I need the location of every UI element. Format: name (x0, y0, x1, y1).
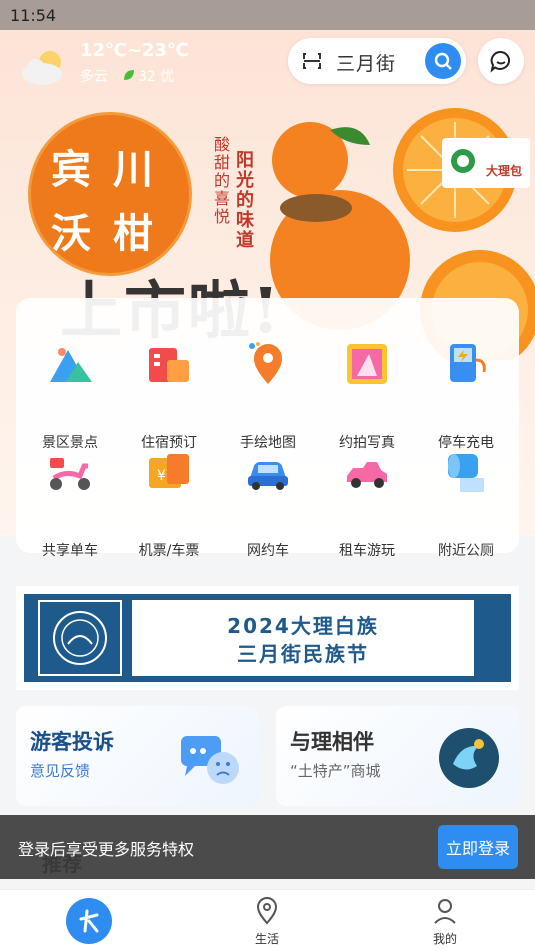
charging-icon (450, 344, 486, 382)
service-label: 网约车 (247, 543, 289, 559)
service-label: 租车游玩 (339, 543, 395, 559)
search-bar[interactable]: 三月街 (288, 38, 466, 84)
message-button[interactable] (478, 38, 524, 84)
shop-title: 与理相伴 (290, 729, 374, 754)
tab-life[interactable]: 生活 (178, 890, 356, 951)
ticket-icon: ¥ (149, 454, 189, 488)
leaf-icon (124, 70, 134, 80)
seal-char: 川 (113, 146, 153, 193)
complaint-subtitle: 意见反馈 (30, 762, 91, 780)
service-parking-charging[interactable]: 停车充电 (416, 328, 516, 451)
partner-logo: 大理包 (442, 138, 530, 188)
search-button[interactable] (425, 43, 461, 79)
weather-condition: 多云 (80, 69, 108, 85)
convertible-icon (347, 462, 387, 488)
tab-mine[interactable]: 我的 (356, 890, 534, 951)
feedback-chat-icon (181, 736, 239, 784)
svg-text:¥: ¥ (157, 468, 166, 484)
map-pin-icon (249, 342, 282, 384)
service-photo-shoot[interactable]: 约拍写真 (317, 328, 417, 451)
service-hotel-booking[interactable]: 住宿预订 (119, 328, 219, 451)
user-icon (434, 899, 456, 924)
ad-frame: 2024大理白族 三月街民族节 (24, 594, 511, 682)
tab-label: 我的 (432, 932, 457, 946)
mountain-icon (50, 348, 92, 382)
scan-icon[interactable] (302, 51, 322, 71)
brand-seal: 宾 川 沃 柑 (28, 112, 192, 276)
shop-subtitle: “土特产”商城 (290, 762, 381, 780)
logo-text: 大理包 (486, 164, 523, 178)
hotel-icon (149, 348, 189, 382)
cloud-icon (22, 51, 62, 85)
emblem-icon (451, 149, 475, 173)
local-shop-card[interactable]: 与理相伴 “土特产”商城 (276, 706, 519, 806)
status-bar: 11:54 (0, 0, 535, 30)
tab-label: 生活 (254, 932, 279, 946)
temperature: 12℃~23℃ (80, 40, 189, 61)
ad-line-2: 三月街民族节 (237, 642, 369, 666)
service-car-rental[interactable]: 租车游玩 (317, 436, 417, 559)
service-label: 附近公厕 (438, 543, 494, 559)
seal-char: 宾 (51, 146, 91, 193)
search-query[interactable]: 三月街 (336, 49, 396, 76)
login-button[interactable]: 立即登录 (438, 825, 518, 869)
login-prompt-text: 登录后享受更多服务特权 (18, 840, 195, 859)
weather-widget[interactable]: 12℃~23℃ 多云 32 优 (18, 40, 208, 90)
service-scenic-spots[interactable]: 景区景点 (20, 328, 120, 451)
banner-poem-left: 酸甜的喜悦 (211, 136, 230, 226)
service-tickets[interactable]: ¥ 机票/车票 (119, 436, 219, 559)
service-ride-hailing[interactable]: 网约车 (218, 436, 318, 559)
air-quality: 32 优 (138, 69, 175, 85)
home-tab-circle (66, 898, 112, 944)
service-grid: 景区景点 住宿预订 手绘地图 约拍写真 停车充电 共享单车 ¥ 机票/车票 网约… (16, 298, 519, 559)
toilet-paper-icon (448, 454, 484, 492)
banner-poem-right: 阳光的味道 (233, 150, 254, 250)
festival-ad-banner[interactable]: 2024大理白族 三月街民族节 (16, 586, 519, 690)
complaint-title: 游客投诉 (30, 730, 114, 754)
service-label: 机票/车票 (138, 543, 200, 559)
status-time: 11:54 (10, 6, 57, 25)
service-nearby-toilets[interactable]: 附近公厕 (416, 436, 516, 559)
bottom-tab-bar: 生活 我的 (0, 889, 535, 951)
shop-logo-icon (439, 728, 499, 788)
search-icon (434, 52, 452, 70)
ad-line-1: 2024大理白族 (227, 614, 379, 638)
tab-home[interactable] (0, 890, 178, 951)
car-icon (248, 462, 288, 490)
scooter-icon (50, 458, 90, 490)
seal-char: 柑 (113, 210, 153, 257)
service-hand-drawn-map[interactable]: 手绘地图 (218, 328, 318, 451)
service-shared-bike[interactable]: 共享单车 (20, 436, 120, 559)
seal-char: 沃 (51, 210, 91, 257)
login-prompt-bar: 登录后享受更多服务特权 立即登录 (0, 815, 535, 879)
festival-emblem-icon (53, 611, 107, 665)
location-pin-icon (256, 897, 278, 925)
home-logo-icon (79, 909, 99, 933)
service-label: 共享单车 (42, 543, 98, 559)
ad-text-panel: 2024大理白族 三月街民族节 (132, 600, 474, 676)
chat-bubble-icon (490, 50, 510, 73)
complaint-card[interactable]: 游客投诉 意见反馈 (16, 706, 259, 806)
photo-icon (347, 344, 387, 384)
festival-emblem (38, 600, 122, 676)
